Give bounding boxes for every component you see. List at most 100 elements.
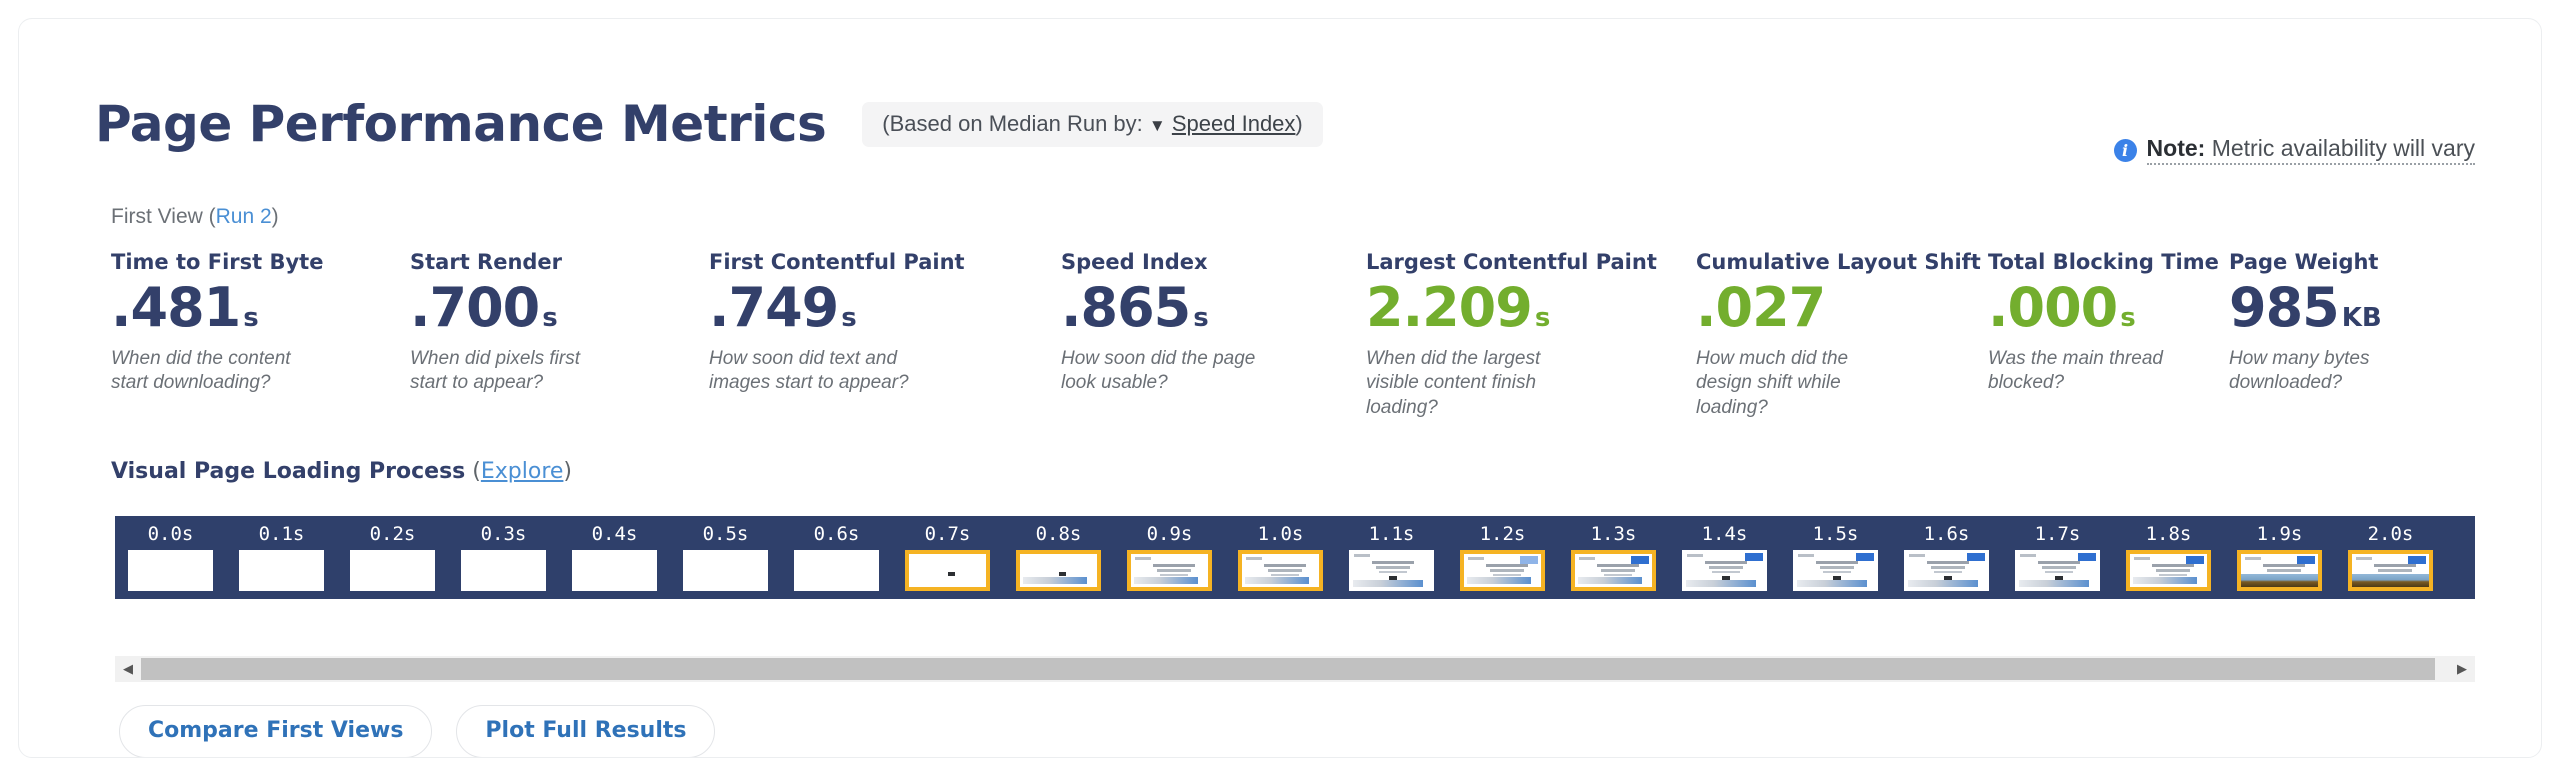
metric-description: Was the main thread blocked? bbox=[1988, 348, 2163, 394]
frame-thumbnail[interactable] bbox=[2015, 550, 2100, 591]
frame-thumbnail[interactable] bbox=[794, 550, 879, 591]
metric-label: Page Weight bbox=[2229, 250, 2379, 274]
scroll-right-arrow-icon[interactable]: ▶ bbox=[2449, 656, 2475, 682]
frame-timestamp: 0.7s bbox=[924, 523, 971, 545]
frame-thumbnail[interactable] bbox=[683, 550, 768, 591]
metric-card: Page Weight 985 KB How many bytes downloade… bbox=[2229, 250, 2434, 396]
filmstrip-frame[interactable]: 1.0s bbox=[1225, 516, 1336, 591]
metric-card: Time to First Byte .481 s When did the cont… bbox=[111, 250, 323, 396]
frame-thumbnail[interactable] bbox=[1349, 550, 1434, 591]
filmstrip-frame[interactable]: 0.1s bbox=[226, 516, 337, 591]
thumb-body bbox=[1160, 574, 1188, 576]
note-body: Metric availability will vary bbox=[2205, 135, 2475, 161]
frame-thumbnail[interactable] bbox=[350, 550, 435, 591]
run-link[interactable]: Run 2 bbox=[216, 205, 272, 228]
scroll-left-arrow-icon[interactable]: ◀ bbox=[115, 656, 141, 682]
frame-timestamp: 1.4s bbox=[1701, 523, 1748, 545]
metric-card: Start Render .700 s When did pixels first s… bbox=[410, 250, 615, 396]
frame-timestamp: 0.2s bbox=[369, 523, 416, 545]
frame-timestamp: 1.6s bbox=[1923, 523, 1970, 545]
filmstrip[interactable]: 0.0s 0.1s 0.2s 0.3s 0.4s 0.5s 0.6s 0.7s 0.8s 0.9s… bbox=[115, 516, 2475, 599]
scrollbar-track[interactable] bbox=[141, 656, 2449, 682]
action-buttons: Compare First Views Plot Full Results bbox=[119, 705, 716, 757]
thumb-band bbox=[1023, 577, 1087, 584]
frame-thumbnail[interactable] bbox=[1904, 550, 1989, 591]
frame-thumbnail[interactable] bbox=[2348, 550, 2433, 591]
median-run-link[interactable]: Speed Index bbox=[1172, 111, 1296, 136]
thumb-band bbox=[2133, 577, 2197, 584]
thumb-cta bbox=[2297, 556, 2315, 564]
frame-thumbnail[interactable] bbox=[1238, 550, 1323, 591]
thumb-button bbox=[948, 572, 955, 576]
frame-thumbnail[interactable] bbox=[1460, 550, 1545, 591]
metric-value: .865 s bbox=[1061, 281, 1266, 335]
filmstrip-frame[interactable]: 1.7s bbox=[2002, 516, 2113, 591]
filmstrip-frame[interactable]: 0.2s bbox=[337, 516, 448, 591]
filmstrip-frame[interactable]: 1.8s bbox=[2113, 516, 2224, 591]
frame-thumbnail[interactable] bbox=[1127, 550, 1212, 591]
metric-unit: s bbox=[1193, 303, 1209, 334]
thumb-body bbox=[1604, 574, 1632, 576]
scrollbar-thumb[interactable] bbox=[141, 658, 2435, 680]
frame-thumbnail[interactable] bbox=[239, 550, 324, 591]
thumb-logo bbox=[1135, 557, 1151, 560]
frame-thumbnail[interactable] bbox=[128, 550, 213, 591]
filmstrip-frame[interactable]: 1.9s bbox=[2224, 516, 2335, 591]
metric-value: .481 s bbox=[111, 281, 323, 335]
frame-thumbnail[interactable] bbox=[1016, 550, 1101, 591]
filmstrip-frame[interactable]: 0.0s bbox=[115, 516, 226, 591]
page-title: Page Performance Metrics bbox=[95, 95, 827, 153]
filmstrip-frame[interactable]: 0.3s bbox=[448, 516, 559, 591]
frame-thumbnail[interactable] bbox=[2126, 550, 2211, 591]
thumb-heading bbox=[1264, 564, 1306, 567]
thumb-heading bbox=[2152, 564, 2194, 567]
chevron-down-icon[interactable]: ▼ bbox=[1149, 116, 1166, 135]
vpl-title: Visual Page Loading Process bbox=[111, 459, 466, 484]
metric-description: How many bytes downloaded? bbox=[2229, 348, 2370, 394]
filmstrip-frame[interactable]: 1.2s bbox=[1447, 516, 1558, 591]
thumb-logo bbox=[2356, 557, 2372, 560]
filmstrip-frame[interactable]: 0.8s bbox=[1003, 516, 1114, 591]
frame-timestamp: 0.3s bbox=[480, 523, 527, 545]
filmstrip-frame[interactable]: 1.3s bbox=[1558, 516, 1669, 591]
filmstrip-frame[interactable]: 2.0s bbox=[2335, 516, 2446, 591]
frame-thumbnail[interactable] bbox=[1682, 550, 1767, 591]
first-view-label: First View (Run 2) bbox=[111, 205, 279, 229]
action-button-compare-first-views[interactable]: Compare First Views bbox=[119, 705, 433, 757]
filmstrip-frame[interactable]: 0.6s bbox=[781, 516, 892, 591]
frame-thumbnail[interactable] bbox=[461, 550, 546, 591]
metric-unit: KB bbox=[2341, 303, 2382, 334]
thumb-heading bbox=[1927, 561, 1969, 564]
filmstrip-frame[interactable]: 1.4s bbox=[1669, 516, 1780, 591]
filmstrip-frame[interactable]: 0.5s bbox=[670, 516, 781, 591]
filmstrip-scrollbar[interactable]: ◀ ▶ bbox=[115, 656, 2475, 682]
metric-label: Speed Index bbox=[1061, 250, 1208, 274]
metric-number: 2.209 bbox=[1366, 276, 1533, 340]
frame-thumbnail[interactable] bbox=[1793, 550, 1878, 591]
thumb-logo bbox=[2020, 554, 2036, 557]
vpl-paren-close: ) bbox=[563, 459, 573, 484]
thumb-subheading bbox=[1709, 566, 1743, 569]
frame-thumbnail[interactable] bbox=[572, 550, 657, 591]
thumb-button bbox=[1059, 572, 1066, 576]
frame-timestamp: 1.3s bbox=[1590, 523, 1637, 545]
filmstrip-frame[interactable]: 1.6s bbox=[1891, 516, 2002, 591]
frame-thumbnail[interactable] bbox=[905, 550, 990, 591]
filmstrip-frame[interactable]: 0.7s bbox=[892, 516, 1003, 591]
action-button-plot-full-results[interactable]: Plot Full Results bbox=[456, 705, 716, 757]
thumb-cta bbox=[2078, 553, 2096, 561]
thumb-subheading bbox=[2156, 569, 2190, 572]
frame-thumbnail[interactable] bbox=[1571, 550, 1656, 591]
filmstrip-frame[interactable]: 1.1s bbox=[1336, 516, 1447, 591]
median-run-selector[interactable]: (Based on Median Run by: ▼ Speed Index) bbox=[862, 101, 1323, 147]
explore-link[interactable]: Explore bbox=[481, 459, 564, 484]
thumb-body bbox=[2159, 574, 2187, 576]
filmstrip-frame[interactable]: 0.4s bbox=[559, 516, 670, 591]
frame-thumbnail[interactable] bbox=[2237, 550, 2322, 591]
metric-unit: s bbox=[243, 303, 259, 334]
note-text[interactable]: Note: Metric availability will vary bbox=[2146, 135, 2475, 165]
frame-timestamp: 1.8s bbox=[2145, 523, 2192, 545]
filmstrip-frame[interactable]: 1.5s bbox=[1780, 516, 1891, 591]
filmstrip-frame[interactable]: 0.9s bbox=[1114, 516, 1225, 591]
thumb-heading bbox=[1705, 561, 1747, 564]
